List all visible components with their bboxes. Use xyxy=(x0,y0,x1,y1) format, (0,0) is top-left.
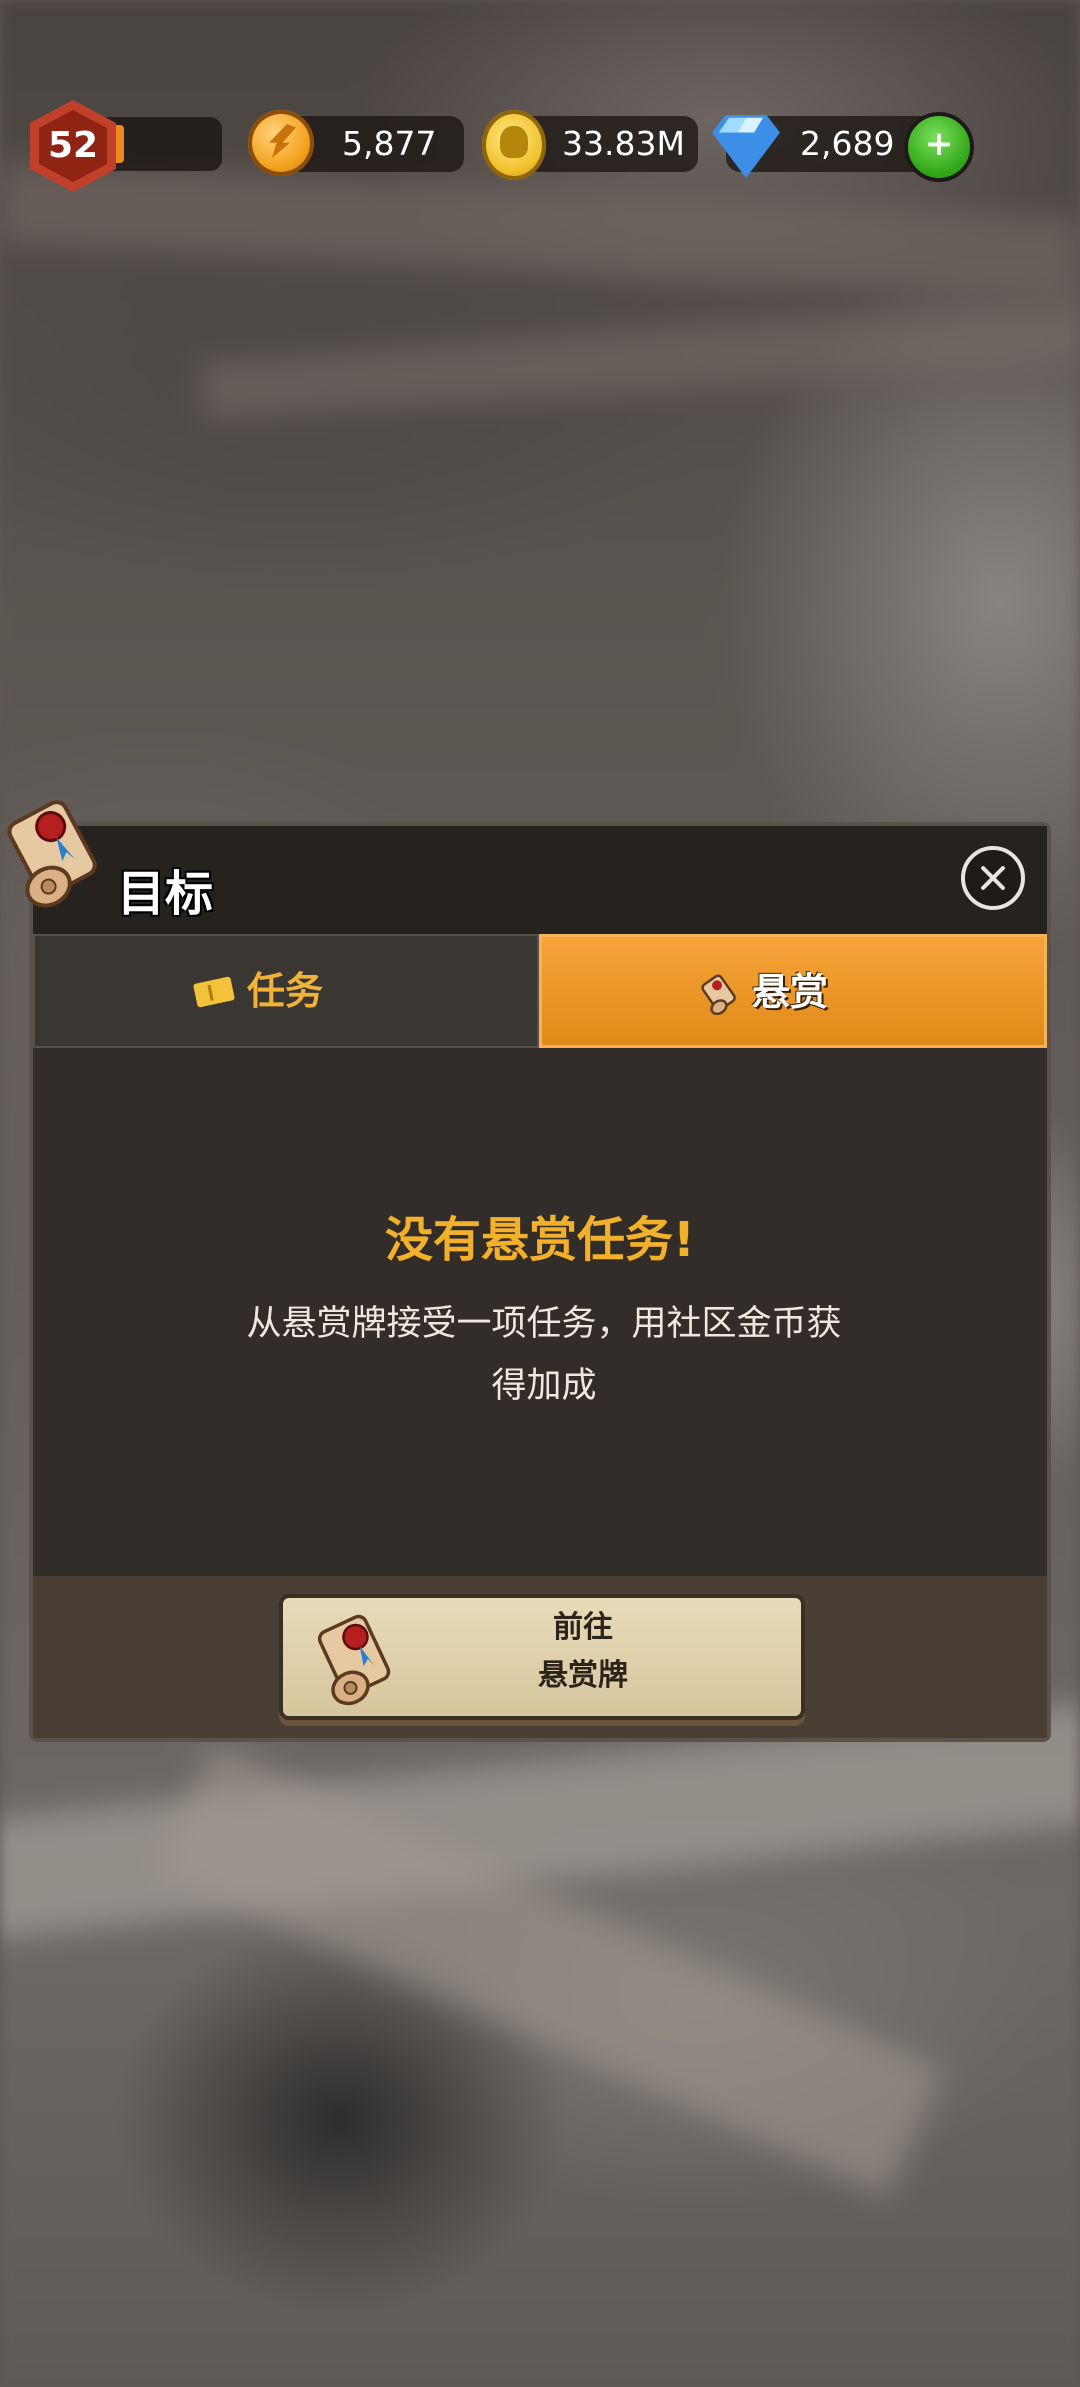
dialog-title: 目标 xyxy=(117,866,214,922)
skull-coin-icon xyxy=(482,110,546,180)
goto-button-label: 前往 悬赏牌 xyxy=(503,1604,663,1700)
level-number: 52 xyxy=(47,125,99,166)
gem-icon xyxy=(712,108,780,178)
scroll-icon xyxy=(7,800,97,908)
goto-button-line1: 前往 xyxy=(553,1610,613,1645)
ticket-icon xyxy=(192,976,236,1008)
bounty-scroll-icon xyxy=(701,974,736,1015)
dialog-footer: 前往 悬赏牌 xyxy=(33,1576,1047,1738)
objectives-dialog: 目标 任务 悬赏 没有悬赏任务! 从悬赏牌接受一项任务，用社区金币获得加成 前往… xyxy=(7,800,1051,1742)
bounty-empty-panel: 没有悬赏任务! 从悬赏牌接受一项任务，用社区金币获得加成 xyxy=(33,1048,1047,1576)
tab-bar: 任务 悬赏 xyxy=(33,934,1047,1048)
goto-button-line2: 悬赏牌 xyxy=(538,1658,628,1693)
goto-bounty-board-button[interactable]: 前往 悬赏牌 xyxy=(279,1594,805,1720)
tab-bounty-label: 悬赏 xyxy=(752,970,829,1014)
orange-currency-value: 5,877 xyxy=(342,124,437,163)
level-badge[interactable]: 52 xyxy=(30,100,116,192)
empty-state-title: 没有悬赏任务! xyxy=(385,1212,695,1268)
tab-tasks-label: 任务 xyxy=(247,969,324,1013)
empty-state-description: 从悬赏牌接受一项任务，用社区金币获得加成 xyxy=(246,1304,842,1406)
add-gems-button[interactable]: + xyxy=(904,112,974,182)
close-button[interactable] xyxy=(961,846,1025,910)
wing-coin-icon xyxy=(248,110,314,176)
tab-tasks[interactable]: 任务 xyxy=(33,934,539,1048)
level-progress-bar xyxy=(100,117,222,171)
scroll-icon xyxy=(317,1614,391,1706)
gem-value: 2,689 xyxy=(800,124,895,163)
top-hud: 52 5,877 33.83M 2,689 + xyxy=(0,100,1080,192)
gold-currency-value: 33.83M xyxy=(562,124,685,163)
tab-bounty[interactable]: 悬赏 xyxy=(539,934,1047,1048)
